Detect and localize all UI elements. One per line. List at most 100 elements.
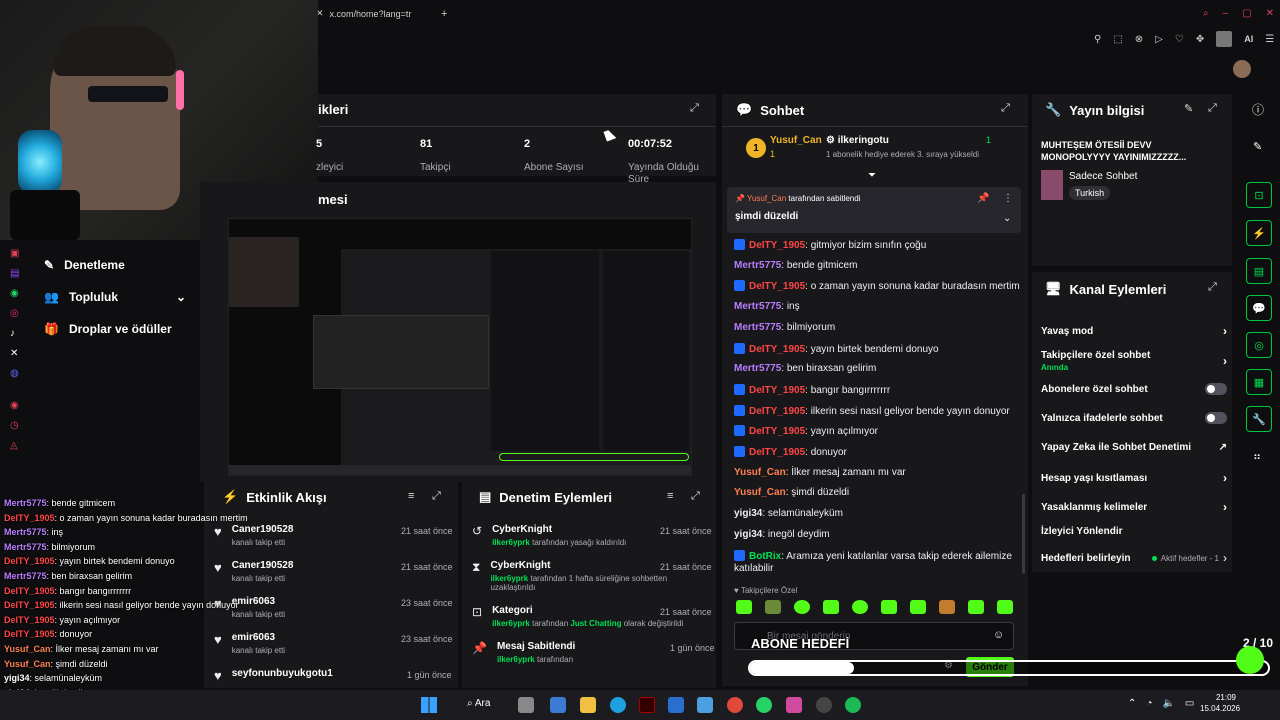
chat-username[interactable]: BotRix [749,551,781,562]
edit-icon[interactable]: ✎ [1184,102,1193,115]
emote-icon[interactable] [765,600,781,614]
twitch-icon[interactable]: ▤ [10,268,19,279]
maximize-icon[interactable]: ▢ [1242,8,1251,19]
tiktok-icon[interactable]: ♪ [10,328,19,339]
emoji-icon[interactable]: ☺ [993,629,1004,641]
collapse-arrow-icon[interactable]: ⏷ [868,170,876,181]
new-tab-button[interactable]: + [441,8,447,20]
chat-username[interactable]: DeITY_1905 [749,344,805,355]
x-icon[interactable]: ✕ [10,348,19,359]
taskbar-app-icon[interactable] [580,697,596,713]
chat-username[interactable]: DeITY_1905 [749,385,805,396]
popout-icon[interactable]: ⤢ [691,490,700,503]
emote-icon[interactable] [968,600,984,614]
windows-start-icon[interactable] [421,697,437,713]
sidebar-item-droplar[interactable]: 🎁 Droplar ve ödüller [44,322,172,336]
alert-icon[interactable]: ◬ [10,440,19,451]
emote-only-toggle[interactable] [1205,412,1227,424]
rail-button-wrench[interactable]: 🔧 [1246,406,1272,432]
chat-username[interactable]: DeITY_1905 [749,240,805,251]
history-icon[interactable]: ◷ [10,420,19,431]
chevron-down-icon[interactable]: ⌄ [1003,213,1011,224]
chat-username[interactable]: Mertr5775 [734,322,781,333]
popout-icon[interactable]: ⤢ [690,102,699,115]
popout-icon[interactable]: ⤢ [1208,281,1217,294]
action-followers-only[interactable]: Takipçilere özel sohbet Anında › [1041,350,1227,372]
chat-username[interactable]: DeITY_1905 [749,281,805,292]
chat-username[interactable]: Mertr5775 [734,363,781,374]
rail-button-broadcast[interactable]: ◎ [1246,332,1272,358]
search-icon[interactable]: ⌕ [1203,8,1209,19]
puzzle-icon[interactable]: ✥ [1196,34,1204,45]
action-ai-moderation[interactable]: Yapay Zeka ile Sohbet Denetimi ↗ [1041,442,1227,453]
menu-icon[interactable]: ☰ [1265,34,1274,45]
emote-icon[interactable] [939,600,955,614]
play-icon[interactable]: ▷ [1155,34,1163,45]
emote-icon[interactable] [910,600,926,614]
network-icon[interactable]: ◔ [1146,698,1152,709]
chat-username[interactable]: Mertr5775 [734,301,781,312]
emote-icon[interactable] [881,600,897,614]
popout-icon[interactable]: ⤢ [432,490,441,503]
volume-icon[interactable]: 🔈 [1162,698,1174,709]
action-set-goals[interactable]: Hedefleri belirleyin Aktif hedefler - 1 › [1041,551,1227,565]
profile-avatar[interactable] [1216,31,1233,47]
pinned-message[interactable]: 📌 Yusuf_Can tarafından sabitlendi şimdi … [727,187,1021,233]
popout-icon[interactable]: ⤢ [1001,102,1010,115]
taskbar-app-icon[interactable] [786,697,802,713]
taskbar-app-icon[interactable] [610,697,626,713]
pencil-rail-icon[interactable]: ✎ [1253,140,1262,153]
taskbar-search[interactable]: ⌕ Ara [467,698,490,709]
category-name[interactable]: Sadece Sohbet [1069,171,1137,182]
action-banned-words[interactable]: Yasaklanmış kelimeler › [1041,500,1227,514]
info-icon[interactable]: ⓘ [1252,101,1264,118]
taskbar-app-icon[interactable] [550,697,566,713]
pin-icon[interactable]: ⚲ [1094,34,1101,45]
chat-scrollbar[interactable] [1022,494,1025,574]
chat-username[interactable]: DeITY_1905 [749,447,805,458]
battery-icon[interactable]: ▭ [1185,698,1194,709]
taskbar-app-icon[interactable] [727,697,743,713]
kick-icon[interactable]: ▣ [10,248,19,259]
taskbar-app-icon[interactable] [518,697,534,713]
more-icon[interactable]: ⋮ [1003,193,1013,204]
chat-username[interactable]: DeITY_1905 [749,406,805,417]
taskbar-clock[interactable]: 21:09 15.04.2026 [1200,693,1240,713]
action-subscribers-only[interactable]: Abonelere özel sohbet [1041,383,1227,395]
heart-icon[interactable]: ♡ [1175,34,1184,45]
rail-button-doc[interactable]: ▤ [1246,258,1272,284]
unpin-icon[interactable]: 📌 [977,193,989,204]
chat-username[interactable]: yigi34 [734,529,762,540]
user-avatar[interactable] [1233,60,1251,78]
popout-icon[interactable]: ⤢ [1208,102,1217,115]
filter-icon[interactable]: ≡ [667,490,673,502]
action-slow-mode[interactable]: Yavaş mod › [1041,324,1227,338]
taskbar-app-icon[interactable] [668,697,684,713]
emote-icon[interactable] [794,600,810,614]
sidebar-item-denetleme[interactable]: ✎ Denetleme [44,258,125,272]
taskbar-app-icon[interactable] [816,697,832,713]
action-raid[interactable]: İzleyici Yönlendir [1041,526,1227,537]
instagram-icon[interactable]: ◎ [10,308,19,319]
chat-username[interactable]: Mertr5775 [734,260,781,271]
discord-icon[interactable]: ◍ [10,368,19,379]
taskbar-app-icon[interactable] [756,697,772,713]
ai-extension-button[interactable]: AI [1244,34,1253,44]
chat-username[interactable]: yigi34 [734,508,762,519]
subscribers-only-toggle[interactable] [1205,383,1227,395]
filter-icon[interactable]: ≡ [408,490,414,502]
rail-button-overlay[interactable]: ⊡ [1246,182,1272,208]
rail-button-server[interactable]: ▦ [1246,369,1272,395]
chat-username[interactable]: Yusuf_Can [734,467,786,478]
chat-username[interactable]: DeITY_1905 [749,426,805,437]
record-icon[interactable]: ◉ [10,400,19,411]
emote-icon[interactable] [997,600,1013,614]
chat-username[interactable]: Yusuf_Can [734,487,786,498]
action-emote-only[interactable]: Yalnızca ifadelerle sohbet [1041,412,1227,424]
sidebar-item-topluluk[interactable]: 👥 Topluluk ⌄ [44,290,186,304]
emote-icon[interactable] [736,600,752,614]
rail-button-chat[interactable]: 💬 [1246,295,1272,321]
taskbar-app-icon[interactable] [845,697,861,713]
browser-tab[interactable]: ✕ x.com/home?lang=tr [316,8,411,19]
emote-icon[interactable] [852,600,868,614]
